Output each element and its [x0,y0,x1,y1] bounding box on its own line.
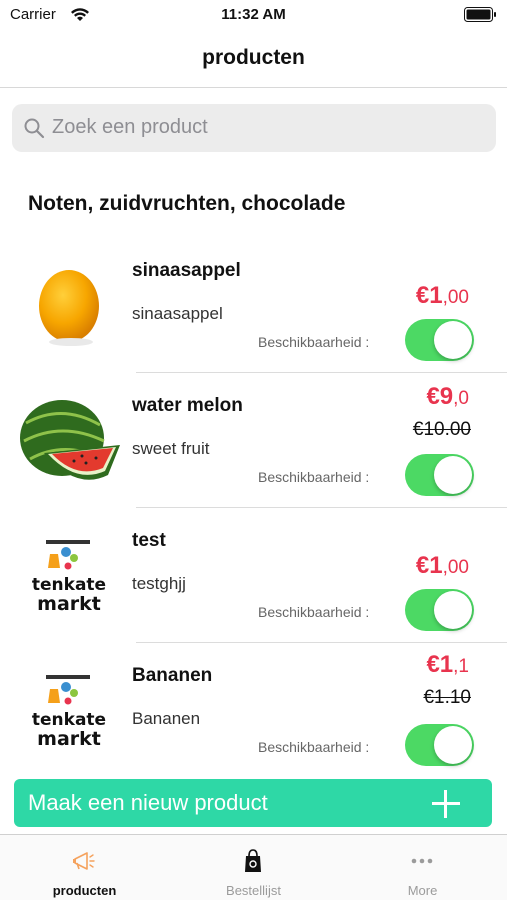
price-cents: ,0 [453,388,469,409]
tab-producten[interactable]: producten [0,835,169,900]
page-title: producten [202,46,305,69]
tab-label: More [407,883,438,898]
availability-label: Beschikbaarheid : [258,334,370,350]
availability-toggle[interactable] [405,319,474,361]
megaphone-icon [73,852,95,870]
more-dots-icon [411,858,433,864]
product-name: Bananen [132,665,213,686]
price-euros: €1 [415,282,443,309]
product-price: €1,00 [416,282,469,310]
price-euros: €1 [426,651,454,678]
tenkate-markt-logo: tenkate markt [32,540,106,615]
product-row[interactable]: sinaasappel sinaasappel €1,00 Beschikbaa… [0,238,507,373]
logo-line1: tenkate [32,575,106,595]
price-cents: ,1 [453,656,469,677]
product-row[interactable]: water melon sweet fruit €9,0 €10.00 Besc… [0,373,507,508]
product-price: €9,0 [426,383,469,411]
plus-icon [432,790,460,818]
clock-time: 11:32 AM [221,6,286,23]
availability-toggle[interactable] [405,589,474,631]
product-row[interactable]: tenkate markt Bananen Bananen €1,1 €1.10… [0,643,507,778]
availability-label: Beschikbaarheid : [258,739,370,755]
product-description: sinaasappel [132,304,223,323]
status-bar: Carrier 11:32 AM [0,0,507,30]
search-placeholder: Zoek een product [52,116,208,138]
tab-label: producten [52,883,117,898]
navigation-bar: producten [0,30,507,88]
price-cents: ,00 [442,557,469,578]
search-icon [24,118,45,139]
shopping-bag-icon [245,849,261,872]
toggle-knob [434,456,472,494]
availability-toggle[interactable] [405,724,474,766]
price-euros: €1 [415,552,443,579]
tab-bar: producten Bestellijst More [0,834,507,900]
price-cents: ,00 [442,287,469,308]
product-description: Bananen [132,709,201,728]
tab-label: Bestellijst [226,883,281,898]
availability-label: Beschikbaarheid : [258,469,370,485]
availability-label: Beschikbaarheid : [258,604,370,620]
watermelon-image [20,400,120,480]
category-title: Noten, zuidvruchten, chocolade [28,192,346,215]
logo-line1: tenkate [32,710,106,730]
product-name: test [132,530,166,551]
product-price: €1,1 [426,651,469,679]
logo-line2: markt [37,593,101,615]
tenkate-markt-logo: tenkate markt [32,675,106,750]
price-euros: €9 [426,383,454,410]
new-product-button[interactable]: Maak een nieuw product [14,779,492,827]
product-name: water melon [132,395,243,416]
battery-icon [464,7,496,22]
search-input[interactable]: Zoek een product [12,104,496,152]
toggle-knob [434,726,472,764]
product-name: sinaasappel [132,260,241,281]
product-description: testghjj [132,574,186,593]
toggle-knob [434,591,472,629]
tab-bestellijst[interactable]: Bestellijst [169,835,338,900]
tab-more[interactable]: More [338,835,507,900]
toggle-knob [434,321,472,359]
original-price: €10.00 [412,419,471,440]
product-price: €1,00 [416,552,469,580]
original-price: €1.10 [423,687,471,708]
logo-line2: markt [37,728,101,750]
orange-image [39,270,99,346]
new-product-label: Maak een nieuw product [28,790,268,815]
product-row[interactable]: tenkate markt test testghjj €1,00 Beschi… [0,508,507,643]
availability-toggle[interactable] [405,454,474,496]
product-description: sweet fruit [132,439,210,458]
